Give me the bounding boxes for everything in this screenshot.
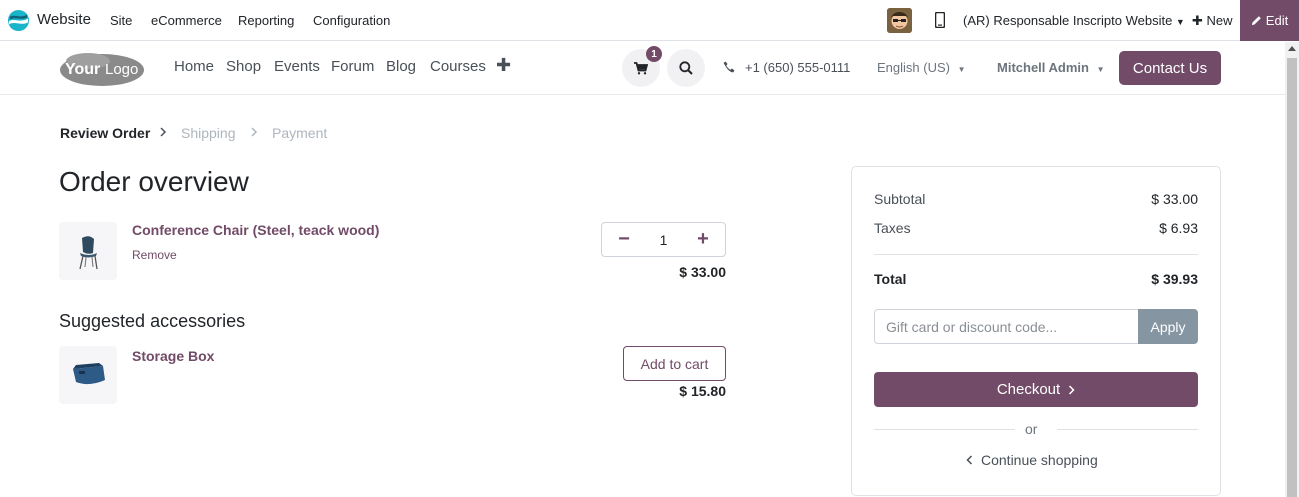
user-menu[interactable]: Mitchell Admin ▼ [997,60,1105,75]
remove-link[interactable]: Remove [132,248,177,262]
chevron-left-icon [966,455,973,465]
new-page-button[interactable]: ✚ New [1192,13,1233,29]
total-value: $ 39.93 [1151,271,1198,287]
taxes-value: $ 6.93 [1159,220,1198,236]
phone-number[interactable]: +1 (650) 555-0111 [745,60,850,75]
checkout-button[interactable]: Checkout [874,372,1198,407]
nav-shop[interactable]: Shop [226,58,261,75]
chevron-right-icon [251,127,258,137]
total-row: Total $ 39.93 [874,271,1198,287]
scroll-up-arrow-icon[interactable] [1288,46,1296,51]
line-price: $ 33.00 [679,264,726,280]
caret-down-icon: ▼ [1175,17,1185,27]
accessory-price: $ 15.80 [679,383,726,399]
site-header: Your Logo Home Shop Events Forum Blog Co… [0,42,1285,95]
user-avatar[interactable] [887,8,912,33]
coupon-input[interactable] [874,309,1138,344]
summary-divider [874,254,1198,255]
product-name-storage-box[interactable]: Storage Box [132,348,214,364]
taxes-row: Taxes $ 6.93 [874,220,1198,236]
search-icon [679,61,693,75]
nav-courses[interactable]: Courses [430,58,486,75]
continue-shopping-link[interactable]: Continue shopping [966,452,1098,468]
order-summary-card: Subtotal $ 33.00 Taxes $ 6.93 Total $ 39… [851,166,1221,496]
product-image-storage-box[interactable] [59,346,117,404]
quantity-value[interactable]: 1 [660,232,668,248]
nav-forum[interactable]: Forum [331,58,374,75]
caret-down-icon: ▼ [957,65,966,74]
mobile-preview-icon[interactable] [935,12,945,28]
coupon-form: Apply [874,309,1198,344]
or-divider-left [874,429,1015,430]
or-label: or [1025,421,1038,437]
edit-label: Edit [1265,13,1289,28]
edit-button[interactable]: Edit [1240,0,1299,41]
phone-icon [723,61,735,73]
logo-text-logo: Logo [105,61,138,78]
cart-count-badge: 1 [646,46,662,62]
subtotal-value: $ 33.00 [1151,191,1198,207]
quantity-stepper: − 1 + [601,222,726,257]
contact-us-button[interactable]: Contact Us [1119,51,1221,85]
chevron-right-icon [1069,384,1075,395]
checkout-label: Checkout [996,381,1061,398]
increase-quantity-button[interactable]: + [691,228,715,251]
menu-ecommerce[interactable]: eCommerce [151,13,222,28]
plus-icon: ✚ [1192,13,1203,28]
total-label: Total [874,271,907,287]
website-switcher-label: (AR) Responsable Inscripto Website [963,13,1173,28]
search-button[interactable] [667,49,705,87]
subtotal-row: Subtotal $ 33.00 [874,191,1198,207]
site-logo[interactable]: Your Logo [58,50,146,87]
logo-text-your: Your [65,61,100,78]
decrease-quantity-button[interactable]: − [612,228,636,251]
admin-topbar: Website Site eCommerce Reporting Configu… [0,0,1299,41]
or-divider-right [1057,429,1198,430]
nav-home[interactable]: Home [174,58,214,75]
continue-shopping-label: Continue shopping [981,452,1098,468]
user-name: Mitchell Admin [997,60,1089,75]
step-shipping[interactable]: Shipping [181,125,236,141]
taxes-label: Taxes [874,220,911,236]
language-selector[interactable]: English (US) ▼ [877,60,966,75]
menu-configuration[interactable]: Configuration [313,13,390,28]
chevron-right-icon [160,127,167,137]
apply-coupon-button[interactable]: Apply [1138,309,1198,344]
add-to-cart-button[interactable]: Add to cart [623,346,726,381]
language-label: English (US) [877,60,950,75]
accessories-title: Suggested accessories [59,311,246,331]
website-app-icon[interactable] [7,9,30,32]
app-name[interactable]: Website [37,11,91,28]
menu-reporting[interactable]: Reporting [238,13,294,28]
page-title: Order overview [59,166,249,197]
nav-events[interactable]: Events [274,58,320,75]
menu-site[interactable]: Site [110,13,132,28]
caret-down-icon: ▼ [1096,65,1105,74]
step-review-order: Review Order [60,125,151,141]
nav-blog[interactable]: Blog [386,58,416,75]
add-menu-plus-icon[interactable]: ✚ [496,55,511,76]
scrollbar-thumb[interactable] [1287,58,1297,497]
product-image-chair[interactable] [59,222,117,280]
cart-icon [634,61,648,74]
pencil-icon [1251,16,1261,26]
step-payment[interactable]: Payment [272,125,327,141]
new-label: New [1206,13,1233,28]
subtotal-label: Subtotal [874,191,926,207]
product-name-chair[interactable]: Conference Chair (Steel, teack wood) [132,222,379,238]
website-switcher[interactable]: (AR) Responsable Inscripto Website ▼ [963,13,1185,28]
